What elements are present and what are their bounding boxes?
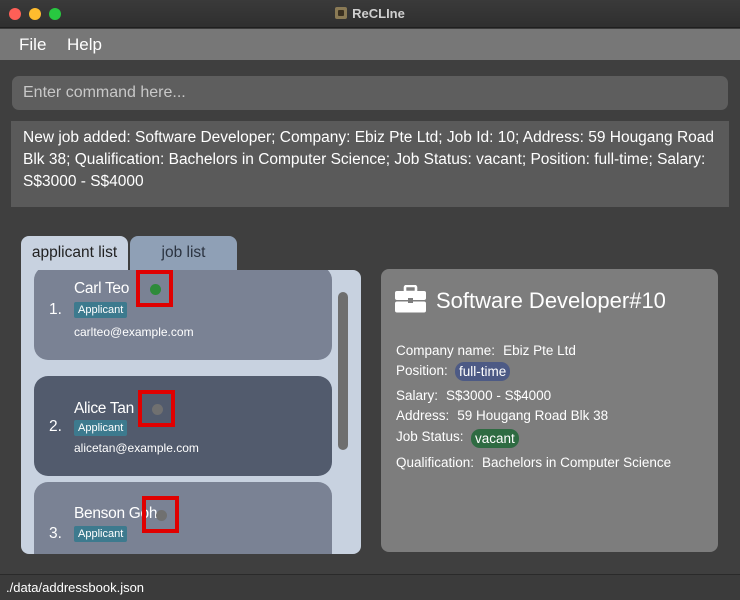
main-content: New job added: Software Developer; Compa… <box>0 60 740 574</box>
applicant-email: carlteo@example.com <box>74 325 194 339</box>
role-badge: Applicant <box>74 302 128 318</box>
app-icon <box>335 7 348 19</box>
job-status-label: Job Status: <box>396 429 464 444</box>
menu-help[interactable]: Help <box>67 35 102 55</box>
status-highlight-box <box>142 496 179 533</box>
status-indicator-icon <box>152 404 163 415</box>
list-item-index: 1. <box>49 301 62 318</box>
address-label: Address: <box>396 408 450 423</box>
title-bar: ReCLIne <box>0 0 740 28</box>
applicant-name: Alice Tan <box>74 400 134 417</box>
applicant-list-panel: 1. Carl Teo Applicant carlteo@example.co… <box>21 270 361 554</box>
status-highlight-box <box>138 390 175 427</box>
position-label: Position: <box>396 363 448 378</box>
list-item[interactable]: 1. Carl Teo Applicant carlteo@example.co… <box>34 270 332 360</box>
window-title-wrap: ReCLIne <box>0 6 740 21</box>
tab-job-list[interactable]: job list <box>130 236 237 270</box>
tab-applicant-list[interactable]: applicant list <box>21 236 128 270</box>
menu-bar: File Help <box>0 29 740 60</box>
company-value: Ebiz Pte Ltd <box>503 343 576 358</box>
save-file-path: ./data/addressbook.json <box>6 580 145 595</box>
position-pill: full-time <box>455 362 511 381</box>
window-title: ReCLIne <box>352 6 405 21</box>
job-detail-panel: Software Developer#10 Company name: Ebiz … <box>381 269 718 552</box>
status-indicator-icon <box>150 284 161 295</box>
salary-label: Salary: <box>396 388 439 403</box>
status-highlight-box <box>136 270 173 307</box>
job-status-row: Job Status: <box>396 429 472 444</box>
command-input[interactable] <box>12 76 728 110</box>
address-row: Address: 59 Hougang Road Blk 38 <box>396 408 608 423</box>
menu-file[interactable]: File <box>19 35 46 55</box>
company-row: Company name: Ebiz Pte Ltd <box>396 343 576 358</box>
salary-value: S$3000 - S$4000 <box>446 388 552 403</box>
result-display: New job added: Software Developer; Compa… <box>11 121 729 207</box>
list-scrollbar[interactable] <box>338 292 348 450</box>
job-title: Software Developer#10 <box>436 288 666 313</box>
qualification-row: Qualification: Bachelors in Computer Scie… <box>396 455 671 470</box>
address-value: 59 Hougang Road Blk 38 <box>457 408 609 423</box>
position-row: Position: <box>396 363 456 378</box>
status-bar: ./data/addressbook.json <box>0 574 740 600</box>
list-item[interactable]: 3. Benson Goh Applicant <box>34 482 332 554</box>
list-item[interactable]: 2. Alice Tan Applicant alicetan@example.… <box>34 376 332 476</box>
role-badge: Applicant <box>74 420 128 436</box>
company-label: Company name: <box>396 343 496 358</box>
status-indicator-icon <box>156 510 167 521</box>
qualification-value: Bachelors in Computer Science <box>482 455 672 470</box>
list-item-index: 3. <box>49 525 62 542</box>
briefcase-icon <box>395 285 426 313</box>
list-item-index: 2. <box>49 418 62 435</box>
applicant-email: alicetan@example.com <box>74 441 199 455</box>
role-badge: Applicant <box>74 526 128 542</box>
salary-row: Salary: S$3000 - S$4000 <box>396 388 551 403</box>
qualification-label: Qualification: <box>396 455 475 470</box>
job-status-pill: vacant <box>471 429 519 448</box>
applicant-name: Carl Teo <box>74 280 130 297</box>
